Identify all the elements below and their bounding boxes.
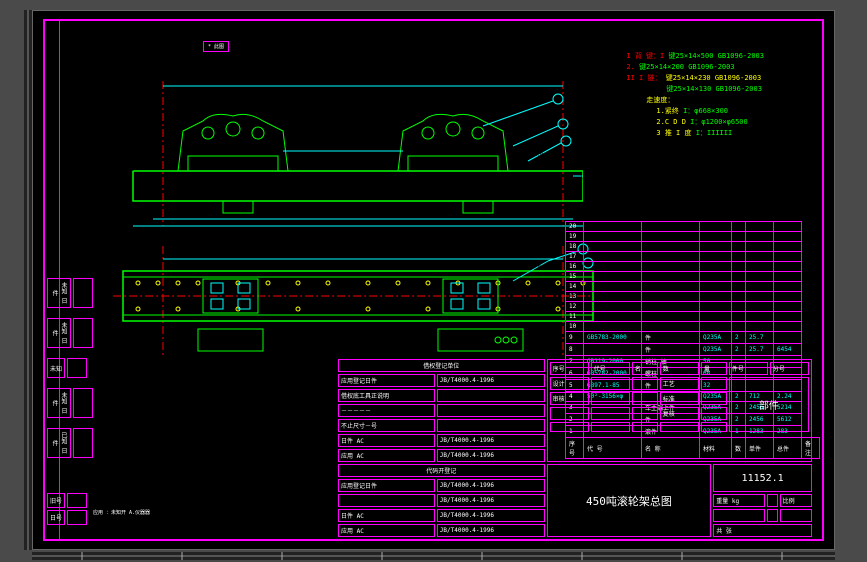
plan-view: 600×15×4×500 600×15×4×500 600×15×4×500 6… (103, 241, 603, 361)
drawing-title: 450吨滚轮架总图 (547, 464, 712, 537)
note-3a: II I 链： (626, 74, 661, 82)
parts-row: 19 (566, 232, 820, 242)
side-label-0: 未知 日件 (47, 278, 71, 308)
note-1a: I 背 键：I (626, 52, 664, 60)
note-1b: 键25×14×500 GB1096-2003 (668, 52, 764, 60)
side-label-4: 已知 日件 (47, 428, 71, 458)
parts-row: 10 (566, 322, 820, 332)
parts-row: 17 (566, 252, 820, 262)
side-label-3: 未知 日件 (47, 388, 71, 418)
front-elevation: 890 A滑带×500 4 5 6 6/2.0 1 1000 120 (113, 71, 583, 231)
side-label-6: 日号 (47, 510, 65, 525)
parts-row: 9GB5783-2000件Q235A225.7 (566, 332, 820, 344)
note-7b: I：φ1200×φ6500 (690, 118, 748, 126)
note-8b: I：IIIIII (696, 129, 733, 137)
ruler-horizontal (32, 552, 835, 560)
svg-text:6/2.0: 6/2.0 (538, 265, 553, 271)
parts-row: 11 (566, 312, 820, 322)
note-5: 走速度： (646, 96, 674, 104)
tb-org-0: 借权登记单位 (338, 359, 545, 372)
svg-text:600×15×4×500: 600×15×4×500 (468, 252, 504, 258)
svg-text:600×15×4×500: 600×15×4×500 (343, 252, 379, 258)
rev-tag: * 此图 (203, 41, 229, 52)
svg-text:600×15×4×500: 600×15×4×500 (218, 252, 254, 258)
svg-text:5: 5 (561, 123, 564, 129)
side-tables-4: 未知 日件 (45, 386, 95, 420)
parts-row: 15 (566, 272, 820, 282)
parts-row: 8件Q235A225.76454 (566, 344, 820, 356)
parts-row: 13 (566, 292, 820, 302)
ruler-vertical (24, 10, 32, 550)
tb-org-1: 应用登记日件 (338, 374, 435, 387)
svg-text:6: 6 (564, 140, 567, 146)
svg-text:890: 890 (343, 79, 352, 85)
cad-viewport: I 背 键：I 键25×14×500 GB1096-2003 2. 键25×14… (32, 10, 835, 550)
parts-row: 16 (566, 262, 820, 272)
side-tables-6: 旧号 日号 (45, 491, 89, 527)
side-tables-5: 已知 日件 (45, 426, 95, 460)
note-4: 键25×14×130 GB1096-2003 (666, 85, 762, 93)
note-8a: 3 推 I 度 (656, 129, 691, 137)
parts-row: 18 (566, 242, 820, 252)
note-2a: 2. (626, 63, 634, 71)
side-label-2: 未知 (47, 358, 65, 378)
note-7a: 2.C D D (656, 118, 686, 126)
parts-row: 12 (566, 302, 820, 312)
svg-text:1: 1 (580, 175, 583, 181)
note-2b: 键25×14×200 GB1096-2003 (639, 63, 735, 71)
note-6a: 1.紧终 (656, 107, 678, 115)
drawing-number: 11152.1 (713, 464, 812, 492)
component-label: 部件 (729, 377, 809, 432)
svg-text:4: 4 (556, 98, 559, 104)
svg-text:1000: 1000 (328, 145, 340, 151)
svg-text:500: 500 (113, 297, 122, 303)
side-tables-1: 未知 日件 (45, 276, 95, 310)
svg-text:A滑带×500: A滑带×500 (323, 219, 348, 226)
title-block: 借权登记单位 序号代号名数量件号分号 设计工艺部件 审核标准 复核 应用登记日件… (336, 357, 814, 539)
side-tables-3: 未知 (45, 356, 89, 380)
svg-text:6/2.0: 6/2.0 (528, 152, 543, 158)
tb-org-2: 借权底工具正说明 (338, 389, 435, 402)
side-tables-2: 未知 日件 (45, 316, 95, 350)
side-label-1: 未知 日件 (47, 318, 71, 348)
note-3b: 键25×14×230 GB1096-2003 (666, 74, 762, 82)
side-bottom-note: 应用 ：未知开 A.仪器器 (93, 509, 150, 516)
technical-notes: I 背 键：I 键25×14×500 GB1096-2003 2. 键25×14… (626, 51, 764, 139)
svg-text:120: 120 (125, 167, 134, 173)
note-6b: I：φ668×300 (683, 107, 728, 115)
parts-row: 20 (566, 222, 820, 232)
parts-row: 14 (566, 282, 820, 292)
side-label-5: 旧号 (47, 493, 65, 508)
